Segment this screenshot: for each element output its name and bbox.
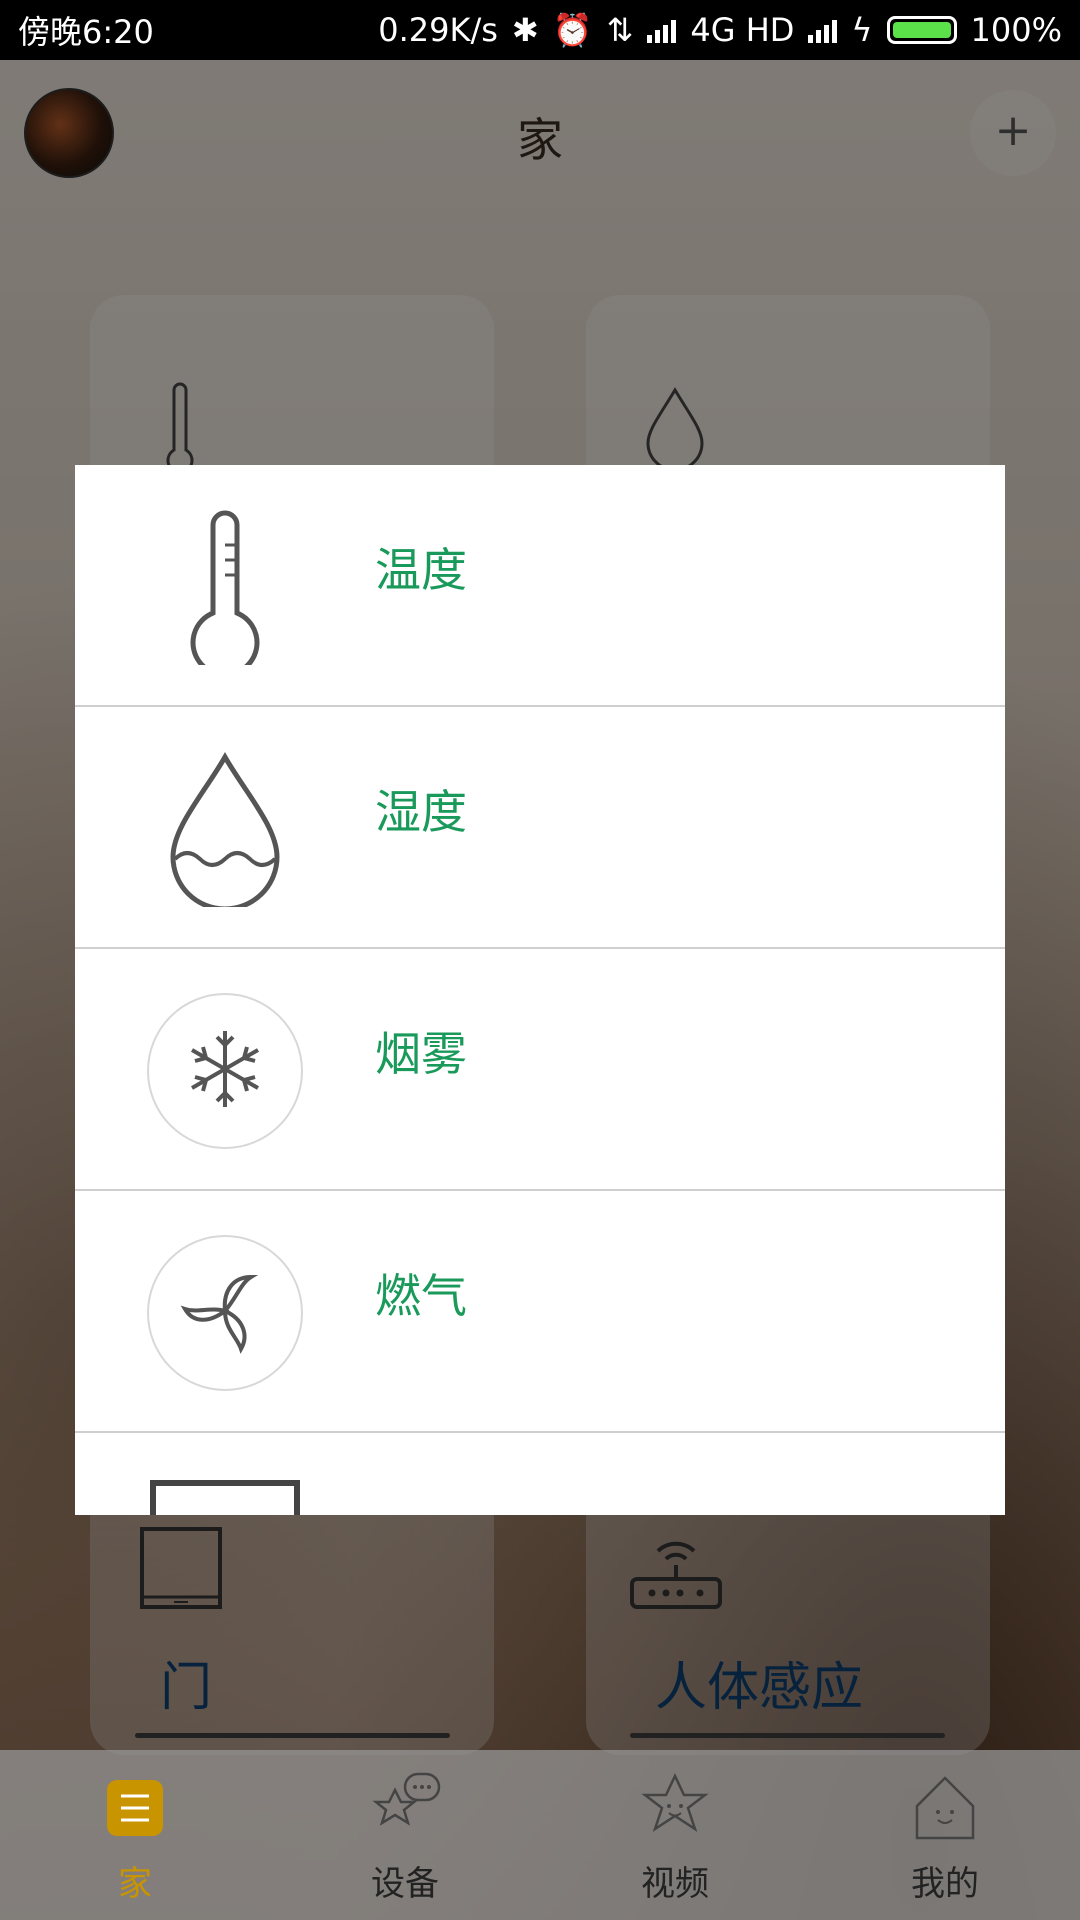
snowflake-icon [191,1031,259,1107]
door-sensor-icon [150,1480,300,1515]
tab-mine[interactable]: 我的 [810,1750,1080,1920]
tab-label: 视频 [641,1864,709,1904]
battery-percent: 100% [970,11,1062,49]
item-label: 烟雾 [375,1027,467,1081]
status-bar: 傍晚6:20 0.29K/s ✱ ⏰ ⇅ 4G HD ϟ 100% [0,0,1080,60]
item-label: 燃气 [375,1269,467,1323]
tab-label: 我的 [911,1864,979,1904]
tab-home[interactable]: 家 [0,1750,270,1920]
fan-icon [180,1274,259,1354]
list-item-temperature[interactable]: 温度 [75,465,1005,707]
home-menu-icon [107,1780,163,1836]
item-label: 湿度 [375,785,467,839]
signal-icon [808,17,838,43]
thermometer-icon [190,510,260,665]
water-drop-icon [170,751,280,907]
battery-icon [886,16,957,44]
status-time: 傍晚6:20 [18,13,154,51]
device-chat-icon [372,1772,441,1826]
list-item-humidity[interactable]: 湿度 [75,707,1005,949]
tab-label: 设备 [371,1864,439,1904]
house-face-icon [915,1776,975,1840]
sensor-picker-dialog: 温度 湿度 烟雾 燃气 [75,465,1005,1515]
list-item-smoke[interactable]: 烟雾 [75,949,1005,1191]
bluetooth-icon: ✱ [511,11,539,49]
list-item-gas[interactable]: 燃气 [75,1191,1005,1433]
signal-icon [647,17,677,43]
tab-devices[interactable]: 设备 [270,1750,540,1920]
data-transfer-icon: ⇅ [606,11,634,49]
network-type: 4G HD [690,11,795,49]
alarm-icon: ⏰ [552,11,593,49]
tab-video[interactable]: 视频 [540,1750,810,1920]
bottom-nav: 家 设备 视频 我的 [0,1750,1080,1920]
charging-icon: ϟ [851,11,873,49]
item-label: 温度 [375,543,467,597]
net-speed: 0.29K/s [378,11,498,49]
list-item-door[interactable] [75,1433,1005,1515]
tab-label: 家 [118,1864,152,1904]
star-face-icon [641,1773,709,1832]
